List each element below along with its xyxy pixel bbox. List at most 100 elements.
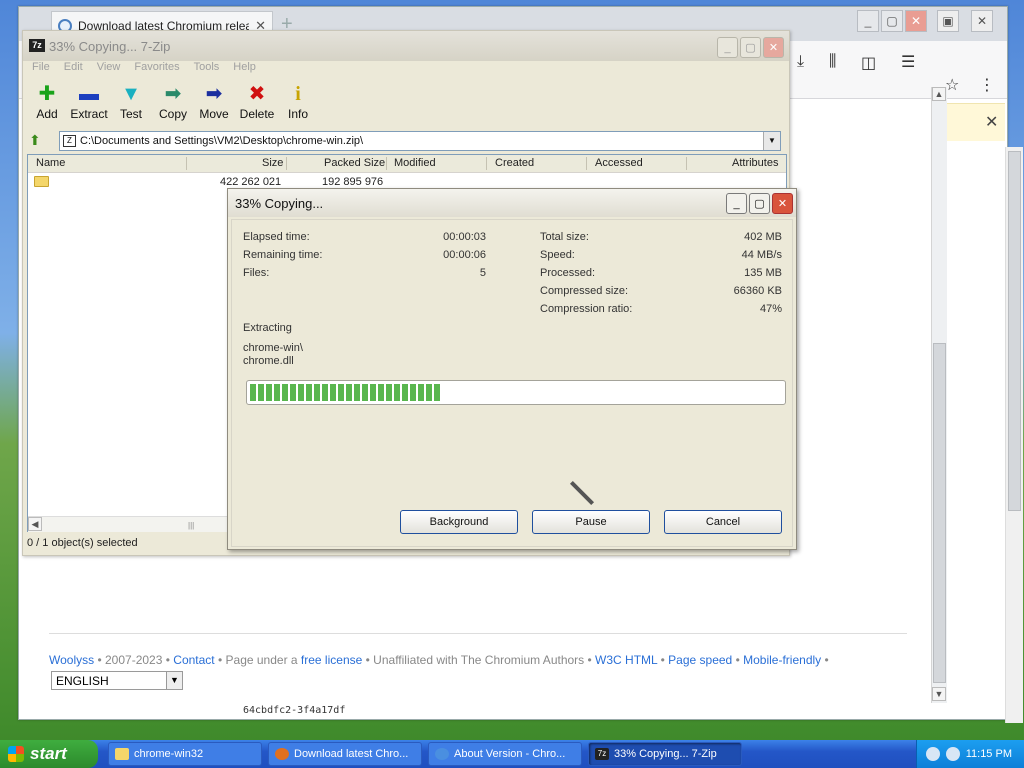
- horizontal-scrollbar[interactable]: ◀ |||: [28, 516, 228, 532]
- minimize-button[interactable]: _: [717, 37, 738, 58]
- progress-fill: [250, 384, 442, 401]
- minimize-button[interactable]: _: [857, 10, 879, 32]
- total-size-value: 402 MB: [744, 231, 782, 243]
- taskbar-item-chromium[interactable]: About Version - Chro...: [428, 742, 582, 766]
- files-value: 5: [479, 267, 486, 279]
- row-size: 422 262 021: [220, 176, 282, 188]
- language-select[interactable]: ENGLISH ▼: [51, 671, 183, 690]
- taskbar-item-firefox[interactable]: Download latest Chro...: [268, 742, 422, 766]
- close-button[interactable]: ✕: [772, 193, 793, 214]
- menu-help[interactable]: Help: [233, 61, 256, 79]
- maximize-button[interactable]: ▢: [749, 193, 770, 214]
- test-button[interactable]: ▼ Test: [109, 81, 153, 121]
- menu-tools[interactable]: Tools: [194, 61, 220, 79]
- info-button[interactable]: i Info: [276, 81, 320, 121]
- chevron-down-icon[interactable]: ▼: [763, 132, 780, 150]
- processed-value: 135 MB: [744, 267, 782, 279]
- footer-years: • 2007-2023 •: [97, 653, 170, 667]
- page-speed-link[interactable]: Page speed: [668, 653, 732, 667]
- compressed-size-value: 66360 KB: [733, 285, 782, 297]
- menu-bar: File Edit View Favorites Tools Help: [23, 61, 789, 79]
- dialog-titlebar[interactable]: 33% Copying... _ ▢ ✕: [228, 189, 796, 217]
- minimize-button[interactable]: _: [726, 193, 747, 214]
- taskbar-item-7zip[interactable]: 7z 33% Copying... 7-Zip: [588, 742, 742, 766]
- network-icon[interactable]: [925, 747, 940, 761]
- scroll-grip-icon[interactable]: |||: [188, 521, 194, 530]
- windows-logo-icon: [8, 746, 24, 762]
- page-scrollbar[interactable]: [1005, 147, 1023, 723]
- maximize-button[interactable]: ▢: [740, 37, 761, 58]
- add-button[interactable]: ✚ Add: [25, 81, 69, 121]
- menu-favorites[interactable]: Favorites: [134, 61, 179, 79]
- w3c-link[interactable]: W3C HTML: [595, 653, 657, 667]
- woolyss-link[interactable]: Woolyss: [49, 653, 94, 667]
- test-icon: ▼: [121, 83, 141, 105]
- mouse-cursor-icon: [569, 480, 595, 506]
- column-accessed[interactable]: Accessed: [595, 157, 643, 169]
- column-size[interactable]: Size: [262, 157, 283, 169]
- column-created[interactable]: Created: [495, 157, 534, 169]
- 7zip-icon: 7z: [595, 748, 609, 760]
- pause-button[interactable]: Pause: [532, 510, 650, 534]
- start-button[interactable]: start: [0, 740, 98, 768]
- action-label: Extracting: [243, 322, 292, 334]
- sidebar-icon[interactable]: ◫: [861, 53, 876, 73]
- restore-button[interactable]: ▣: [937, 10, 959, 32]
- extract-button[interactable]: ▬ Extract: [67, 81, 111, 121]
- mobile-friendly-link[interactable]: Mobile-friendly: [743, 653, 821, 667]
- taskbar-item-chrome-win32[interactable]: chrome-win32: [108, 742, 262, 766]
- close-window-button[interactable]: ✕: [971, 10, 993, 32]
- download-icon[interactable]: ⤓: [797, 53, 804, 71]
- scroll-up-icon[interactable]: ▲: [932, 87, 946, 101]
- column-attributes[interactable]: Attributes: [732, 157, 778, 169]
- toolbar: ✚ Add ▬ Extract ▼ Test ➡ Copy ➡ Move ✖ D…: [23, 81, 789, 127]
- taskbar-item-label: chrome-win32: [134, 748, 204, 760]
- extract-label: Extract: [70, 107, 108, 121]
- status-bar: 0 / 1 object(s) selected: [27, 537, 138, 549]
- scroll-left-icon[interactable]: ◀: [28, 517, 42, 531]
- folder-up-icon[interactable]: ⬆: [29, 132, 51, 152]
- scroll-thumb[interactable]: [933, 343, 946, 683]
- processed-label: Processed:: [540, 267, 596, 279]
- column-separator: [186, 157, 187, 170]
- menu-edit[interactable]: Edit: [64, 61, 83, 79]
- address-value: C:\Documents and Settings\VM2\Desktop\ch…: [80, 135, 364, 147]
- menu-view[interactable]: View: [97, 61, 121, 79]
- column-packed-size[interactable]: Packed Size: [324, 157, 385, 169]
- footer-text: • Page under a: [217, 653, 298, 667]
- hash-text: 64cbdfc2-3f4a17df: [243, 705, 345, 717]
- copy-icon: ➡: [164, 83, 182, 105]
- menu-file[interactable]: File: [32, 61, 50, 79]
- column-modified[interactable]: Modified: [394, 157, 436, 169]
- page-scroll-thumb[interactable]: [1008, 151, 1021, 511]
- menu-icon[interactable]: ☰: [901, 52, 915, 72]
- column-name[interactable]: Name: [36, 157, 65, 169]
- address-bar: ⬆ Z C:\Documents and Settings\VM2\Deskto…: [27, 131, 787, 153]
- address-field[interactable]: Z C:\Documents and Settings\VM2\Desktop\…: [59, 131, 781, 151]
- move-icon: ➡: [205, 83, 223, 105]
- more-icon[interactable]: ⋮: [979, 75, 995, 95]
- hash-line: 64cbdfc2-3f4a17df: [243, 705, 346, 716]
- star-icon[interactable]: ☆: [945, 75, 959, 95]
- license-link[interactable]: free license: [301, 653, 362, 667]
- close-button[interactable]: ✕: [763, 37, 784, 58]
- close-button[interactable]: ✕: [905, 10, 927, 32]
- sevenzip-titlebar[interactable]: 7z 33% Copying... 7-Zip _ ▢ ✕: [23, 31, 789, 61]
- scroll-down-icon[interactable]: ▼: [932, 687, 946, 701]
- info-icon: i: [295, 83, 301, 105]
- footer: Woolyss • 2007-2023 • Contact • Page und…: [49, 653, 829, 667]
- chevron-down-icon[interactable]: ▼: [166, 672, 182, 689]
- contact-link[interactable]: Contact: [173, 653, 214, 667]
- delete-button[interactable]: ✖ Delete: [235, 81, 279, 121]
- notice-close-icon[interactable]: ✕: [985, 112, 998, 132]
- copy-button[interactable]: ➡ Copy: [151, 81, 195, 121]
- column-separator: [586, 157, 587, 170]
- move-button[interactable]: ➡ Move: [192, 81, 236, 121]
- inner-scrollbar[interactable]: ▲ ▼: [931, 87, 947, 703]
- cancel-button[interactable]: Cancel: [664, 510, 782, 534]
- clock: 11:15 PM: [965, 748, 1012, 760]
- volume-icon[interactable]: [945, 747, 960, 761]
- background-button[interactable]: Background: [400, 510, 518, 534]
- library-icon[interactable]: ⫼: [829, 53, 836, 71]
- maximize-button[interactable]: ▢: [881, 10, 903, 32]
